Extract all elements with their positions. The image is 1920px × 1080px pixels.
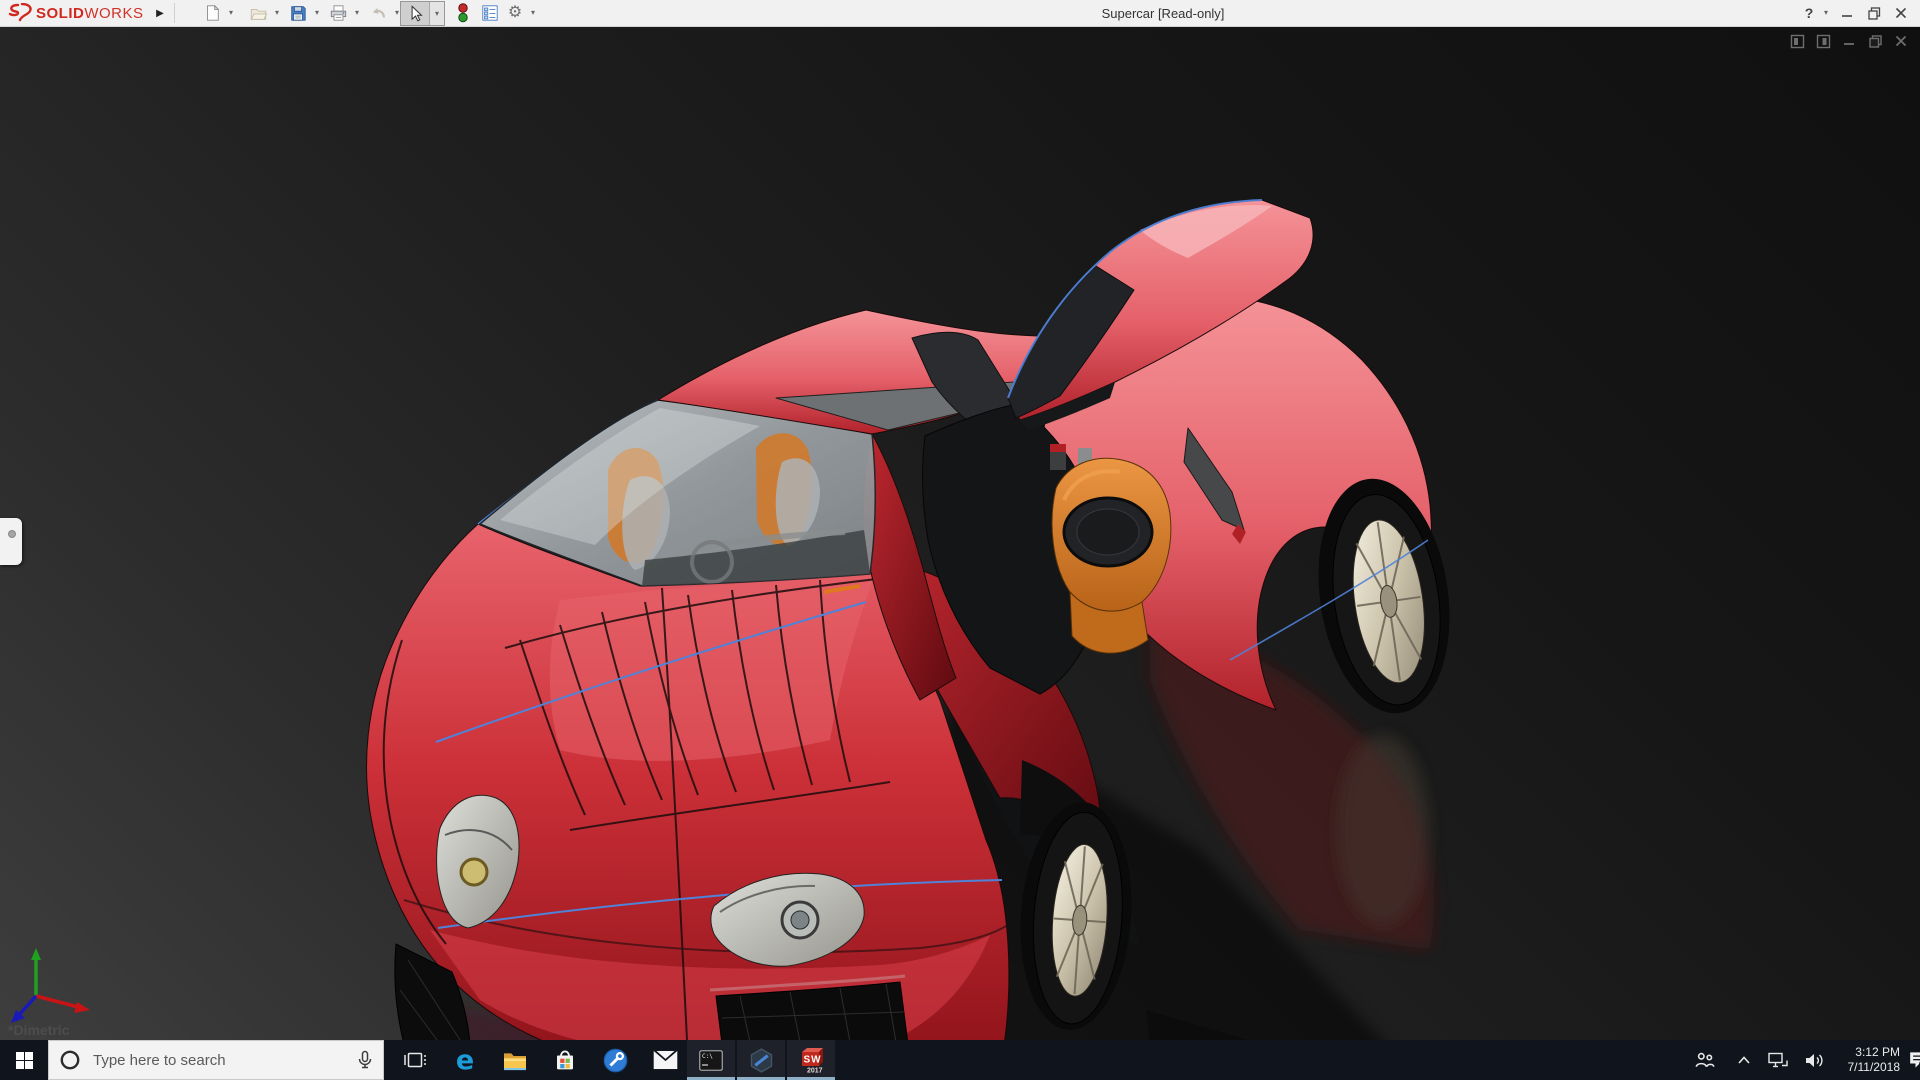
list-pane-icon <box>481 4 499 22</box>
orientation-label: *Dimetric <box>8 1022 69 1038</box>
microphone-icon[interactable] <box>357 1050 373 1070</box>
open-dropdown[interactable]: ▾ <box>272 1 282 25</box>
task-view-button[interactable] <box>391 1040 439 1080</box>
people-icon <box>1695 1052 1715 1068</box>
toolbar-separator <box>174 3 175 23</box>
new-document-button[interactable] <box>200 1 224 25</box>
settings-gear-icon: ⚙ <box>508 5 522 21</box>
open-icon <box>249 4 268 22</box>
new-document-icon <box>203 4 221 22</box>
solidworks-3ds-glyph <box>8 3 34 23</box>
print-button[interactable] <box>326 1 350 25</box>
undo-icon <box>369 4 388 22</box>
edge-button[interactable]: e <box>441 1040 489 1080</box>
save-icon <box>289 4 307 22</box>
undo-button[interactable] <box>366 1 390 25</box>
taskbar-search[interactable] <box>48 1040 384 1080</box>
solidworks-app-window: SOLIDWORKS ▶ ▾ ▾ <box>0 0 1920 1080</box>
microsoft-store-icon <box>553 1048 577 1072</box>
network-icon <box>1768 1052 1788 1068</box>
list-pane-button[interactable] <box>478 1 502 25</box>
search-input[interactable] <box>91 1051 357 1070</box>
save-dropdown[interactable]: ▾ <box>312 1 322 25</box>
doc-minimize-icon[interactable] <box>1840 32 1858 50</box>
titlebar: SOLIDWORKS ▶ ▾ ▾ <box>0 0 1920 27</box>
network-button[interactable] <box>1762 1040 1794 1080</box>
stoplight-icon <box>457 3 469 23</box>
new-document-dropdown[interactable]: ▾ <box>226 1 236 25</box>
minimize-button[interactable] <box>1834 0 1860 26</box>
restore-icon <box>1868 7 1881 20</box>
chevron-up-icon <box>1737 1055 1751 1065</box>
flyout-tab-dot <box>8 530 16 538</box>
wrench-tool-button[interactable] <box>591 1040 639 1080</box>
cmd-label: C:\ <box>702 1053 713 1060</box>
clock-time: 3:12 PM <box>1855 1045 1900 1060</box>
window-title: Supercar [Read-only] <box>1102 0 1225 26</box>
taskbar-clock[interactable]: 3:12 PM 7/11/2018 <box>1836 1040 1900 1080</box>
brand-text: SOLIDWORKS <box>36 5 144 22</box>
start-button[interactable] <box>0 1040 48 1080</box>
print-icon <box>329 4 348 22</box>
people-button[interactable] <box>1688 1040 1722 1080</box>
restore-button[interactable] <box>1861 0 1887 26</box>
minimize-icon <box>1841 7 1853 19</box>
stoplight-button[interactable] <box>452 1 474 25</box>
cortana-icon[interactable] <box>59 1049 81 1071</box>
wrench-tool-icon <box>603 1048 628 1073</box>
close-button[interactable] <box>1888 0 1914 26</box>
solidworks-logo: SOLIDWORKS <box>8 0 144 26</box>
mail-button[interactable] <box>641 1040 689 1080</box>
menu-flyout-arrow[interactable]: ▶ <box>152 0 168 26</box>
feature-tree-flyout-tab[interactable] <box>0 518 22 565</box>
taskbar: e <box>0 1040 1920 1080</box>
tray-overflow-button[interactable] <box>1730 1040 1758 1080</box>
solidworks-2017-icon: SW 2017 <box>798 1047 824 1074</box>
command-prompt-button[interactable]: C:\ <box>687 1040 735 1080</box>
edge-icon: e <box>456 1047 474 1074</box>
graphics-viewport[interactable]: *Dimetric <box>0 26 1920 1040</box>
speaker-icon <box>1805 1052 1825 1069</box>
doc-close-icon[interactable] <box>1892 32 1910 50</box>
settings-button[interactable]: ⚙ <box>504 1 526 25</box>
orientation-triad <box>11 948 90 1023</box>
action-center-button[interactable]: 3 <box>1902 1040 1920 1080</box>
settings-dropdown[interactable]: ▾ <box>528 1 538 25</box>
select-tool-button[interactable] <box>401 2 429 25</box>
doc-window-icon-2[interactable] <box>1814 32 1832 50</box>
help-dropdown[interactable]: ▾ <box>1820 0 1832 26</box>
solidworks-2017-button[interactable]: SW 2017 <box>787 1040 835 1080</box>
open-button[interactable] <box>246 1 270 25</box>
store-button[interactable] <box>541 1040 589 1080</box>
sw-year: 2017 <box>807 1067 823 1074</box>
doc-window-icon-1[interactable] <box>1788 32 1806 50</box>
save-button[interactable] <box>286 1 310 25</box>
hexagon-app-button[interactable] <box>737 1040 785 1080</box>
doc-restore-icon[interactable] <box>1866 32 1884 50</box>
file-explorer-icon <box>502 1049 528 1071</box>
windows-logo-icon <box>16 1052 33 1069</box>
file-explorer-button[interactable] <box>491 1040 539 1080</box>
print-dropdown[interactable]: ▾ <box>352 1 362 25</box>
car-3d-model <box>0 26 1920 1040</box>
document-window-controls <box>1788 32 1910 50</box>
close-icon <box>1895 7 1907 19</box>
volume-button[interactable] <box>1798 1040 1832 1080</box>
help-button[interactable]: ? <box>1800 0 1818 26</box>
task-view-icon <box>404 1050 426 1070</box>
select-tool-group: ▾ <box>400 1 445 26</box>
clock-date: 7/11/2018 <box>1848 1060 1901 1075</box>
select-tool-dropdown[interactable]: ▾ <box>429 2 444 25</box>
command-prompt-icon: C:\ <box>699 1050 723 1071</box>
hood-highlight <box>550 572 876 761</box>
mail-icon <box>653 1050 678 1070</box>
select-cursor-icon <box>407 5 424 23</box>
sw-letters: SW <box>804 1054 822 1065</box>
hexagon-app-icon <box>749 1048 774 1073</box>
